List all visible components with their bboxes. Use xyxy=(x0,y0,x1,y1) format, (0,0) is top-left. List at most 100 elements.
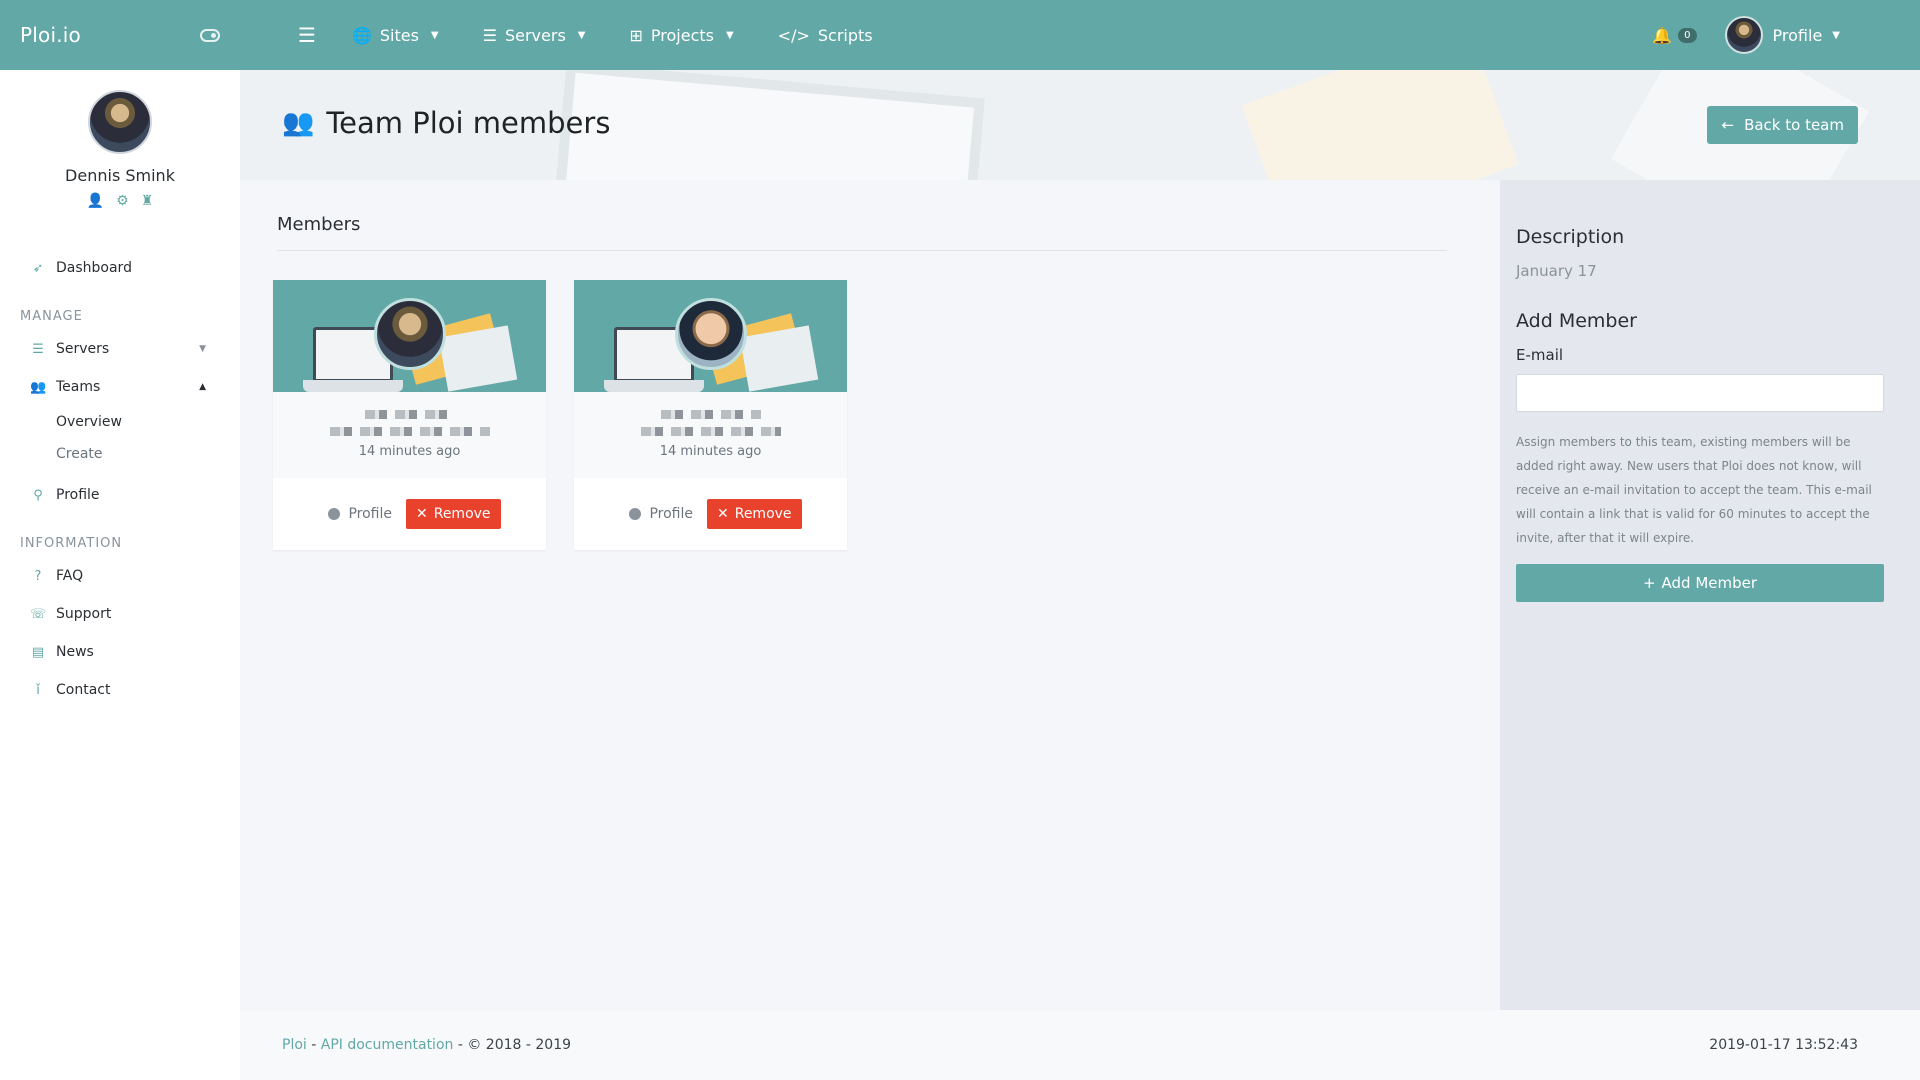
remove-button-label: Remove xyxy=(734,506,792,522)
sidebar-item-teams[interactable]: 👥 Teams ▲ xyxy=(0,368,240,406)
sidebar-subitem-overview[interactable]: Overview xyxy=(0,406,240,438)
top-nav-projects[interactable]: ⊞ Projects ▼ xyxy=(629,26,733,45)
close-icon: ✕ xyxy=(716,506,729,522)
redacted-email xyxy=(640,427,781,436)
sidebar-item-faq[interactable]: ? FAQ xyxy=(0,557,240,595)
profile-button[interactable]: Profile xyxy=(318,499,402,529)
redacted-name xyxy=(364,410,455,419)
user-block: Dennis Smink 👤 ⚙ ♜ xyxy=(0,70,240,209)
gear-icon[interactable]: ⚙ xyxy=(116,193,129,209)
footer-timestamp: 2019-01-17 13:52:43 xyxy=(1709,1037,1858,1053)
user-avatar xyxy=(88,90,152,154)
sidebar-item-support[interactable]: ☏ Support xyxy=(0,595,240,633)
user-icon: ⚲ xyxy=(33,487,43,503)
close-icon: ✕ xyxy=(415,506,428,522)
member-avatar xyxy=(373,298,446,370)
sidebar-item-label: News xyxy=(56,644,94,660)
hamburger-menu-icon[interactable]: ☰ xyxy=(298,23,316,47)
remove-button[interactable]: ✕ Remove xyxy=(405,499,501,529)
rocket-icon: ➶ xyxy=(32,260,44,276)
description-heading: Description xyxy=(1516,226,1625,248)
add-member-button[interactable]: + Add Member xyxy=(1516,564,1884,602)
plus-icon: + xyxy=(1642,574,1656,592)
profile-button-label: Profile xyxy=(348,506,392,522)
member-avatar xyxy=(674,298,747,370)
back-to-team-button[interactable]: ← Back to team xyxy=(1707,106,1858,144)
chess-rook-icon[interactable]: ♜ xyxy=(141,193,154,209)
add-member-button-label: Add Member xyxy=(1661,574,1758,592)
profile-button[interactable]: Profile xyxy=(619,499,703,529)
profile-button-label: Profile xyxy=(649,506,693,522)
footer-separator: - xyxy=(306,1037,321,1053)
redacted-email xyxy=(329,427,490,436)
members-heading: Members xyxy=(277,214,361,235)
profile-label: Profile xyxy=(1772,25,1823,45)
contact-icon: ǐ xyxy=(36,682,40,698)
sidebar-nav: ➶ Dashboard MANAGE ☰ Servers ▼ 👥 Teams ▲… xyxy=(0,249,240,709)
member-card: 14 minutes ago Profile ✕ Remove xyxy=(574,280,847,550)
user-circle-icon xyxy=(328,508,341,520)
illustration-laptop-base xyxy=(303,380,403,392)
chevron-down-icon: ▼ xyxy=(577,29,586,41)
add-member-heading: Add Member xyxy=(1516,310,1637,332)
top-nav-label: Servers xyxy=(504,25,566,45)
server-icon: ☰ xyxy=(482,25,497,45)
profile-dropdown[interactable]: Profile ▼ xyxy=(1724,16,1840,54)
chevron-down-icon: ▼ xyxy=(725,29,734,41)
phone-icon: ☏ xyxy=(30,606,47,622)
sidebar-toggle-icon[interactable] xyxy=(200,28,220,42)
sidebar-item-news[interactable]: ▤ News xyxy=(0,633,240,671)
sidebar: Ploi.io Dennis Smink 👤 ⚙ ♜ ➶ Dashboard M… xyxy=(0,0,240,1080)
illustration-paper xyxy=(438,325,518,392)
brand-logo[interactable]: Ploi.io xyxy=(20,23,81,47)
notification-badge: 0 xyxy=(1678,27,1697,43)
card-banner xyxy=(574,280,847,392)
illustration-paper xyxy=(739,325,819,392)
sidebar-item-dashboard[interactable]: ➶ Dashboard xyxy=(0,249,240,287)
card-body: 14 minutes ago xyxy=(273,392,546,478)
footer-brand-link[interactable]: Ploi xyxy=(282,1037,307,1053)
main-content: Members 14 minutes ago Profile ✕ Remove xyxy=(240,180,1500,1010)
code-icon: </> xyxy=(777,25,810,45)
brand-bar: Ploi.io xyxy=(0,0,240,70)
sidebar-item-label: Dashboard xyxy=(56,260,132,276)
card-body: 14 minutes ago xyxy=(574,392,847,478)
top-nav: 🌐 Sites ▼ ☰ Servers ▼ ⊞ Projects ▼ </> S… xyxy=(352,26,873,45)
sidebar-subitem-create[interactable]: Create xyxy=(0,438,240,470)
chevron-down-icon: ▼ xyxy=(1832,29,1840,41)
top-nav-servers[interactable]: ☰ Servers ▼ xyxy=(483,26,586,45)
user-name: Dennis Smink xyxy=(65,166,175,185)
header-decoration xyxy=(1241,70,1519,180)
remove-button[interactable]: ✕ Remove xyxy=(706,499,802,529)
add-member-help-text: Assign members to this team, existing me… xyxy=(1516,435,1872,545)
question-circle-icon: ? xyxy=(34,568,42,584)
notifications[interactable]: 🔔 0 xyxy=(1652,25,1697,45)
email-label: E-mail xyxy=(1516,346,1564,364)
sidebar-item-profile[interactable]: ⚲ Profile xyxy=(0,476,240,514)
sidebar-item-label: Servers xyxy=(56,341,110,357)
top-nav-label: Scripts xyxy=(817,25,873,45)
sidebar-item-label: Support xyxy=(56,606,112,622)
newspaper-icon: ▤ xyxy=(31,644,45,660)
card-banner xyxy=(273,280,546,392)
sidebar-item-label: Teams xyxy=(56,379,101,395)
footer-copyright: - © 2018 - 2019 xyxy=(453,1037,572,1053)
card-actions: Profile ✕ Remove xyxy=(273,478,546,550)
bell-icon: 🔔 xyxy=(1652,25,1673,45)
sidebar-item-contact[interactable]: ǐ Contact xyxy=(0,671,240,709)
topbar: ☰ 🌐 Sites ▼ ☰ Servers ▼ ⊞ Projects ▼ </>… xyxy=(240,0,1920,70)
footer-api-docs-link[interactable]: API documentation xyxy=(321,1037,454,1053)
sidebar-item-label: Contact xyxy=(56,682,111,698)
divider xyxy=(277,250,1447,251)
top-nav-sites[interactable]: 🌐 Sites ▼ xyxy=(352,26,439,45)
arrow-left-icon: ← xyxy=(1721,116,1735,134)
sidebar-item-servers[interactable]: ☰ Servers ▼ xyxy=(0,330,240,368)
top-nav-scripts[interactable]: </> Scripts xyxy=(778,26,873,45)
top-nav-label: Projects xyxy=(650,25,714,45)
redacted-name xyxy=(660,410,761,419)
user-account-icon[interactable]: 👤 xyxy=(87,193,104,209)
email-field[interactable] xyxy=(1516,374,1884,412)
member-added-time: 14 minutes ago xyxy=(358,444,461,459)
header-decoration xyxy=(555,70,985,180)
remove-button-label: Remove xyxy=(433,506,491,522)
